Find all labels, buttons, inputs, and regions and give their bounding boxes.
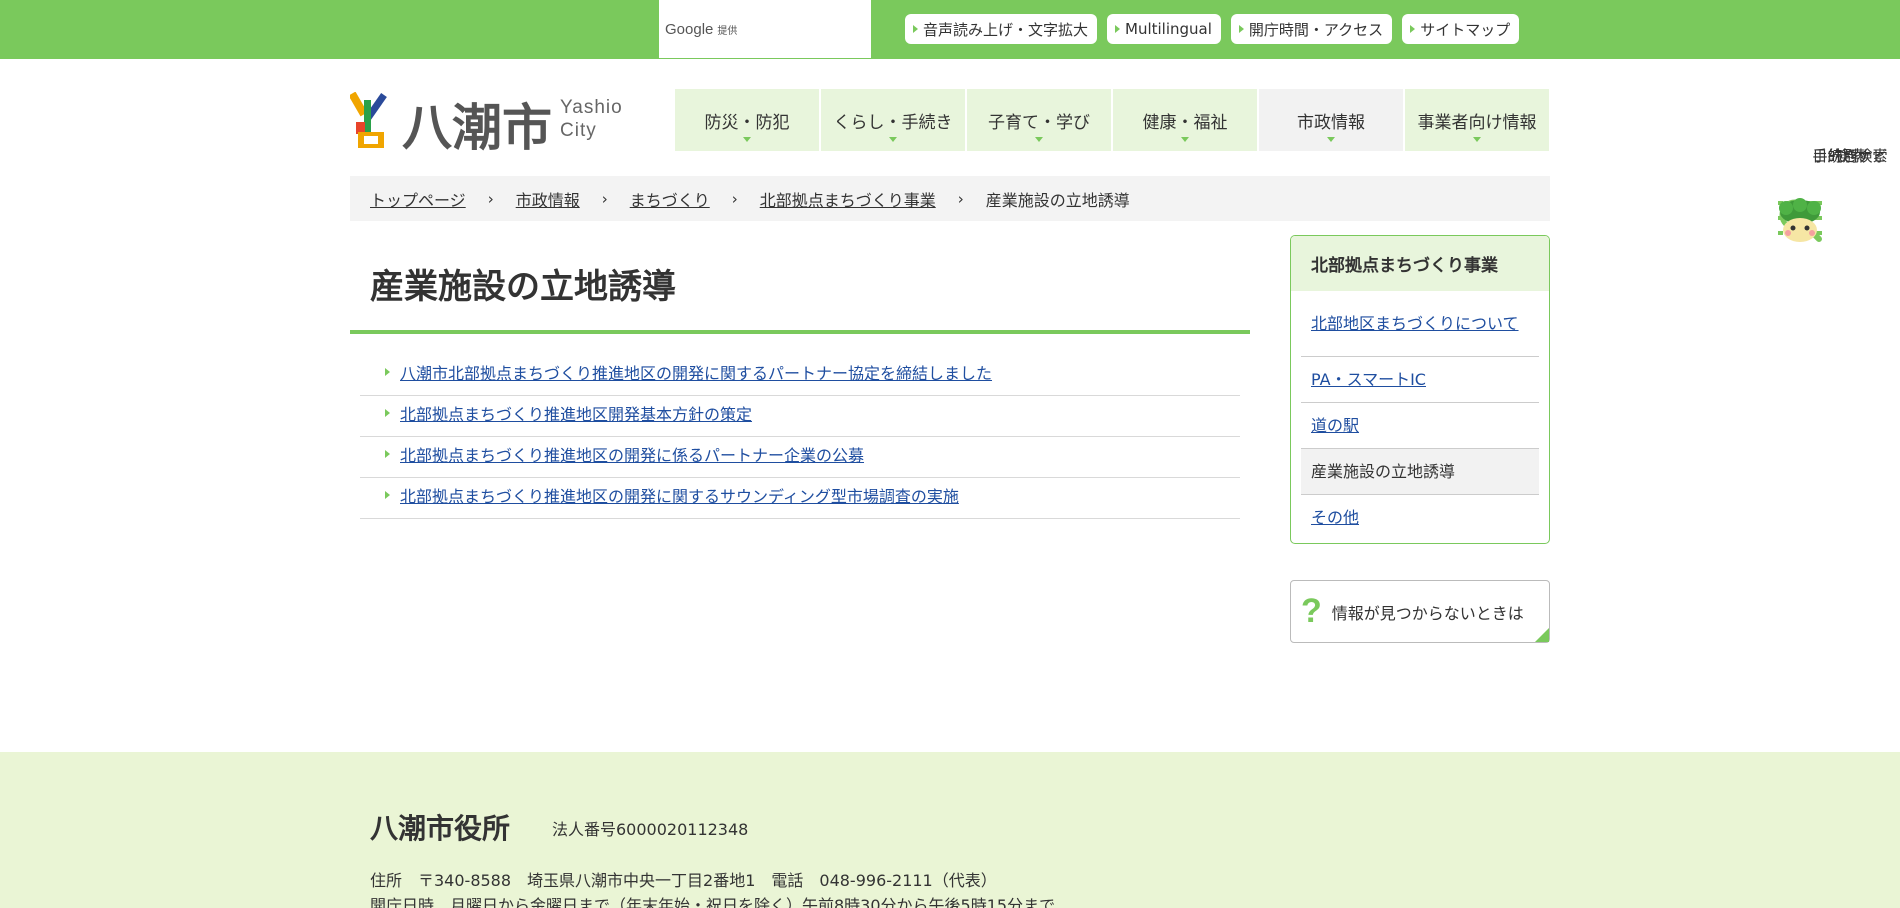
arrow-icon [913,25,918,33]
corner-triangle-icon [1535,628,1549,642]
info-not-found-label: 情報が見つからないときは [1331,603,1524,623]
multilingual-link[interactable]: Multilingual [1107,14,1221,44]
chevron-right-icon: › [601,189,608,208]
footer-corporate-number: 法人番号6000020112348 [552,820,749,839]
footer-office-name: 八潮市役所 [370,812,511,845]
side-nav-item-current: 産業施設の立地誘導 [1301,449,1539,495]
list-item: 北部拠点まちづくり推進地区の開発に関するサウンディング型市場調査の実施 [360,478,1240,519]
main-content: 産業施設の立地誘導 八潮市北部拠点まちづくり推進地区の開発に関するパートナー協定… [350,235,1250,519]
side-nav-item: その他 [1301,495,1539,541]
footer-address: 住所 〒340-8588 埼玉県八潮市中央一丁目2番地1 電話 048-996-… [370,871,997,890]
hours-access-link[interactable]: 開庁時間・アクセス [1230,14,1393,44]
side-nav-link-pa-smart-ic[interactable]: PA・スマートIC [1311,370,1426,390]
side-nav-item: 北部地区まちづくりについて [1301,291,1539,357]
article-link[interactable]: 北部拠点まちづくり推進地区開発基本方針の策定 [400,401,752,425]
side-nav-link-other[interactable]: その他 [1311,508,1359,528]
arrow-icon [385,491,390,499]
arrow-icon [1238,25,1244,33]
article-list: 八潮市北部拠点まちづくり推進地区の開発に関するパートナー協定を締結しました 北部… [360,355,1240,519]
caret-down-icon [889,137,897,142]
side-nav: 北部拠点まちづくり事業 北部地区まちづくりについて PA・スマートIC 道の駅 … [1290,235,1550,544]
logo-roman: Yashio City [560,97,623,141]
utility-links: 音声読み上げ・文字拡大 Multilingual 開庁時間・アクセス サイトマッ… [905,14,1520,44]
nav-health-welfare[interactable]: 健康・福祉 [1113,89,1257,151]
caret-down-icon [1181,137,1189,142]
article-link[interactable]: 北部拠点まちづくり推進地区の開発に係るパートナー企業の公募 [400,442,864,466]
side-nav-item: 道の駅 [1301,403,1539,449]
article-link[interactable]: 八潮市北部拠点まちづくり推進地区の開発に関するパートナー協定を締結しました [400,360,992,384]
nav-childcare-education[interactable]: 子育て・学び [967,89,1111,151]
nav-disaster-prevention[interactable]: 防災・防犯 [675,89,819,151]
caret-down-icon [1473,137,1481,142]
list-item: 北部拠点まちづくり推進地区の開発に係るパートナー企業の公募 [360,437,1240,478]
article-link[interactable]: 北部拠点まちづくり推進地区の開発に関するサウンディング型市場調査の実施 [400,483,959,507]
breadcrumb-current: 産業施設の立地誘導 [985,190,1130,210]
side-nav-heading: 北部拠点まちづくり事業 [1291,236,1549,291]
city-emblem-icon [350,92,387,148]
site-logo[interactable]: 八潮市 Yashio City [350,90,630,157]
page-title: 産業施設の立地誘導 [350,235,1250,334]
side-nav-link-northern-district[interactable]: 北部地区まちづくりについて [1311,314,1519,334]
arrow-icon [385,409,390,417]
breadcrumb: トップページ › 市政情報 › まちづくり › 北部拠点まちづくり事業 › 産業… [350,176,1550,221]
footer-hours: 開庁日時 月曜日から金曜日まで（年末年始・祝日を除く）午前8時30分から午後5時… [370,896,1056,908]
breadcrumb-top[interactable]: トップページ [370,187,466,211]
caret-down-icon [1327,137,1335,142]
side-nav-item: PA・スマートIC [1301,357,1539,403]
nav-business-info[interactable]: 事業者向け情報 [1405,89,1549,151]
nav-city-administration[interactable]: 市政情報 [1259,89,1403,151]
mascot-icon [1779,198,1821,242]
footer: 八潮市役所 法人番号6000020112348 住所 〒340-8588 埼玉県… [0,752,1900,908]
logo-kanji: 八潮市 [402,99,552,157]
caret-down-icon [1035,137,1043,142]
global-nav: 防災・防犯 くらし・手続き 子育て・学び 健康・福祉 市政情報 事業者向け情報 [675,89,1549,151]
arrow-icon [385,368,390,376]
breadcrumb-city-admin[interactable]: 市政情報 [516,187,580,211]
arrow-icon [1115,25,1121,33]
question-mark-icon: ? [1301,592,1322,630]
breadcrumb-town-planning[interactable]: まちづくり [630,187,710,211]
chevron-right-icon: › [957,189,964,208]
list-item: 八潮市北部拠点まちづくり推進地区の開発に関するパートナー協定を締結しました [360,355,1240,396]
google-label: Google 提供 [665,21,738,38]
google-search-box[interactable]: Google 提供 [659,0,871,58]
chevron-right-icon: › [731,189,738,208]
top-bar: Google 提供 音声読み上げ・文字拡大 Multilingual 開庁時間・ア… [0,0,1900,59]
arrow-icon [1410,25,1416,33]
caret-down-icon [743,137,751,142]
chevron-right-icon: › [487,189,494,208]
arrow-icon [385,450,390,458]
list-item: 北部拠点まちづくり推進地区開発基本方針の策定 [360,396,1240,437]
voice-readout-link[interactable]: 音声読み上げ・文字拡大 [905,14,1098,44]
breadcrumb-northern-hub[interactable]: 北部拠点まちづくり事業 [760,187,936,211]
side-nav-link-roadside-station[interactable]: 道の駅 [1311,416,1359,436]
nav-living-procedures[interactable]: くらし・手続き [821,89,965,151]
sitemap-link[interactable]: サイトマップ [1402,14,1520,44]
info-not-found-button[interactable]: ? 情報が見つからないときは [1290,580,1550,643]
